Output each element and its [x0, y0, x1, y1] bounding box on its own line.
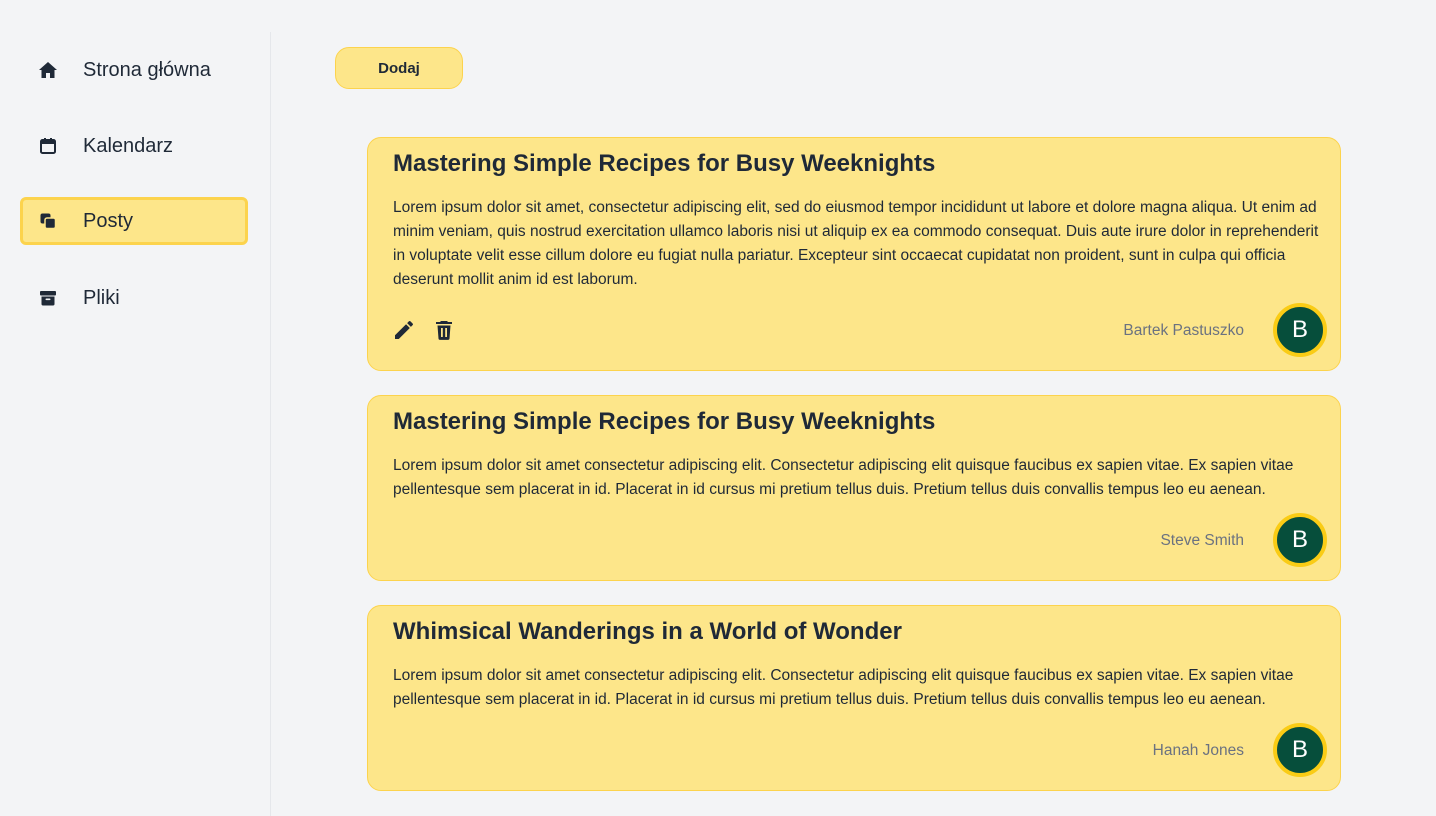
post-author: Hanah Jones — [1152, 742, 1244, 759]
post-title: Mastering Simple Recipes for Busy Weekni… — [393, 408, 936, 435]
post-author: Steve Smith — [1160, 532, 1244, 549]
sidebar-item-calendar[interactable]: Kalendarz — [20, 122, 248, 170]
sidebar-divider — [270, 32, 271, 816]
post-card: Whimsical Wanderings in a World of Wonde… — [367, 605, 1341, 791]
avatar[interactable]: B — [1273, 303, 1327, 357]
copy-icon — [38, 211, 58, 231]
home-icon — [38, 60, 58, 80]
post-card: Mastering Simple Recipes for Busy Weekni… — [367, 395, 1341, 581]
post-card: Mastering Simple Recipes for Busy Weekni… — [367, 137, 1341, 371]
sidebar-item-label: Kalendarz — [83, 134, 174, 157]
app-root: Strona główna Kalendarz Posty Pliki Doda… — [0, 0, 1436, 816]
avatar[interactable]: B — [1273, 513, 1327, 567]
edit-icon[interactable] — [392, 318, 416, 342]
trash-icon[interactable] — [432, 318, 456, 342]
archive-icon — [38, 288, 58, 308]
add-post-button[interactable]: Dodaj — [335, 47, 463, 89]
sidebar-item-label: Pliki — [83, 286, 120, 309]
post-actions — [392, 318, 456, 342]
post-author: Bartek Pastuszko — [1123, 322, 1244, 339]
sidebar-item-label: Strona główna — [83, 58, 211, 81]
calendar-icon — [38, 136, 58, 156]
sidebar-item-label: Posty — [83, 209, 134, 232]
post-title: Whimsical Wanderings in a World of Wonde… — [393, 618, 902, 645]
post-title: Mastering Simple Recipes for Busy Weekni… — [393, 150, 936, 177]
post-body: Lorem ipsum dolor sit amet, consectetur … — [393, 199, 1319, 288]
sidebar-item-home[interactable]: Strona główna — [20, 46, 248, 94]
post-body: Lorem ipsum dolor sit amet consectetur a… — [393, 457, 1294, 498]
post-body: Lorem ipsum dolor sit amet consectetur a… — [393, 667, 1294, 708]
sidebar: Strona główna Kalendarz Posty Pliki — [0, 0, 270, 816]
avatar[interactable]: B — [1273, 723, 1327, 777]
sidebar-item-posts[interactable]: Posty — [20, 197, 248, 245]
sidebar-item-files[interactable]: Pliki — [20, 274, 248, 322]
